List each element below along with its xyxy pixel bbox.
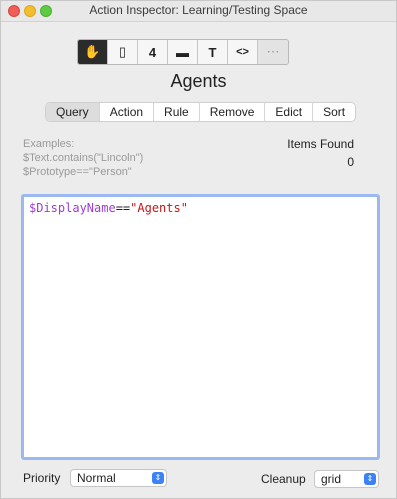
examples-block: Examples: $Text.contains("Lincoln") $Pro… <box>23 137 143 179</box>
text-icon[interactable]: T <box>198 40 228 64</box>
example-line: $Prototype=="Person" <box>23 166 132 178</box>
priority-select[interactable]: Normal ⇕ <box>70 469 167 487</box>
four-icon[interactable]: 4 <box>138 40 168 64</box>
note-icon[interactable]: ▯ <box>108 40 138 64</box>
code-icon[interactable]: <> <box>228 40 258 64</box>
items-found-count: 0 <box>347 155 354 169</box>
chevron-updown-icon: ⇕ <box>152 472 164 484</box>
tab-bar: Query Action Rule Remove Edict Sort <box>45 102 357 122</box>
window-title: Action Inspector: Learning/Testing Space <box>89 3 308 17</box>
priority-label: Priority <box>23 471 61 485</box>
window-icon[interactable]: ▬ <box>168 40 198 64</box>
inspector-toolbar: ✋ ▯ 4 ▬ T <> ⋯ <box>77 39 289 65</box>
page-title: Agents <box>170 71 227 91</box>
query-string: "Agents" <box>130 201 188 215</box>
cleanup-label: Cleanup <box>261 472 306 486</box>
query-operator: == <box>115 201 131 215</box>
query-editor[interactable]: $DisplayName=="Agents" <box>21 194 380 460</box>
items-found-label: Items Found <box>287 137 354 151</box>
cleanup-select[interactable]: grid ⇕ <box>314 470 379 488</box>
tab-remove[interactable]: Remove <box>200 103 266 121</box>
example-line: $Text.contains("Lincoln") <box>23 152 144 164</box>
cleanup-value: grid <box>321 472 342 486</box>
tab-sort[interactable]: Sort <box>313 103 355 121</box>
chevron-updown-icon: ⇕ <box>364 473 376 485</box>
priority-value: Normal <box>77 471 116 485</box>
tab-query[interactable]: Query <box>46 103 100 121</box>
tab-edict[interactable]: Edict <box>265 103 314 121</box>
query-attribute: $DisplayName <box>29 201 116 215</box>
tab-action[interactable]: Action <box>100 103 155 121</box>
tab-rule[interactable]: Rule <box>154 103 200 121</box>
examples-heading: Examples: <box>23 138 75 150</box>
inspector-window: Action Inspector: Learning/Testing Space… <box>0 0 397 499</box>
title-bar: Action Inspector: Learning/Testing Space <box>1 1 396 22</box>
query-code: $DisplayName=="Agents" <box>29 201 188 215</box>
more-icon[interactable]: ⋯ <box>258 40 288 64</box>
hand-icon[interactable]: ✋ <box>78 40 108 64</box>
